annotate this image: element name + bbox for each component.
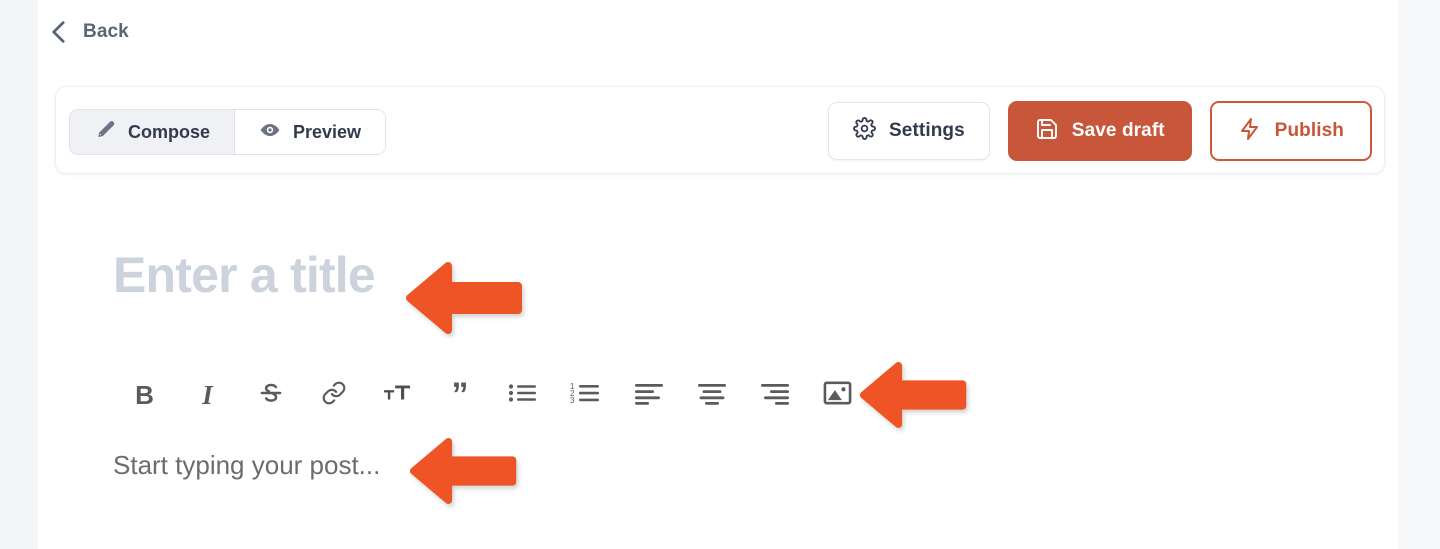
chevron-left-icon: [51, 20, 75, 43]
text-size-icon: [383, 380, 411, 411]
toolbar-actions: Settings Save draft Publish: [828, 101, 1372, 161]
gear-icon: [853, 117, 876, 145]
italic-icon: I: [202, 379, 213, 410]
quote-icon: ”: [451, 375, 469, 414]
back-label: Back: [83, 21, 129, 42]
tab-compose[interactable]: Compose: [70, 110, 235, 154]
floppy-disk-icon: [1035, 117, 1059, 146]
eye-icon: [259, 119, 281, 146]
strikethrough-button[interactable]: [239, 372, 302, 418]
align-center-icon: [697, 380, 727, 411]
numbered-list-icon: 1 2 3: [570, 380, 602, 411]
pencil-icon: [94, 119, 116, 146]
link-icon: [321, 380, 347, 411]
format-toolbar: B I ” 1 2 3: [113, 372, 869, 418]
left-gutter: [0, 0, 38, 549]
align-left-button[interactable]: [617, 372, 680, 418]
align-left-icon: [634, 380, 664, 411]
tab-preview-label: Preview: [293, 121, 362, 142]
insert-image-button[interactable]: [806, 372, 869, 418]
tab-compose-label: Compose: [128, 121, 211, 142]
view-mode-tabs: Compose Preview: [69, 109, 387, 155]
bold-icon: B: [135, 380, 154, 410]
save-draft-label: Save draft: [1071, 120, 1165, 141]
align-center-button[interactable]: [680, 372, 743, 418]
editor-toolbar-card: Compose Preview Settings Save draft Publ…: [55, 86, 1385, 174]
text-size-button[interactable]: [365, 372, 428, 418]
body-input[interactable]: Start typing your post...: [113, 450, 380, 481]
publish-button[interactable]: Publish: [1209, 101, 1372, 161]
right-gutter: [1398, 0, 1440, 549]
align-right-icon: [760, 380, 790, 411]
align-right-button[interactable]: [743, 372, 806, 418]
settings-label: Settings: [889, 120, 965, 141]
page-root: Back Compose Preview Settings Save draft…: [0, 0, 1440, 549]
italic-button[interactable]: I: [176, 372, 239, 418]
back-button[interactable]: Back: [51, 20, 129, 43]
link-button[interactable]: [302, 372, 365, 418]
svg-text:3: 3: [570, 396, 575, 405]
bullet-list-button[interactable]: [491, 372, 554, 418]
save-draft-button[interactable]: Save draft: [1007, 101, 1192, 161]
post-editor: Enter a title: [113, 250, 1313, 300]
quote-button[interactable]: ”: [428, 372, 491, 418]
title-input[interactable]: Enter a title: [113, 250, 376, 300]
bold-button[interactable]: B: [113, 372, 176, 418]
bullet-list-icon: [508, 380, 538, 411]
lightning-bolt-icon: [1238, 117, 1262, 146]
publish-label: Publish: [1274, 120, 1344, 141]
image-icon: [823, 380, 852, 411]
strikethrough-icon: [258, 380, 284, 411]
settings-button[interactable]: Settings: [828, 102, 990, 160]
tab-preview[interactable]: Preview: [234, 110, 386, 154]
numbered-list-button[interactable]: 1 2 3: [554, 372, 617, 418]
